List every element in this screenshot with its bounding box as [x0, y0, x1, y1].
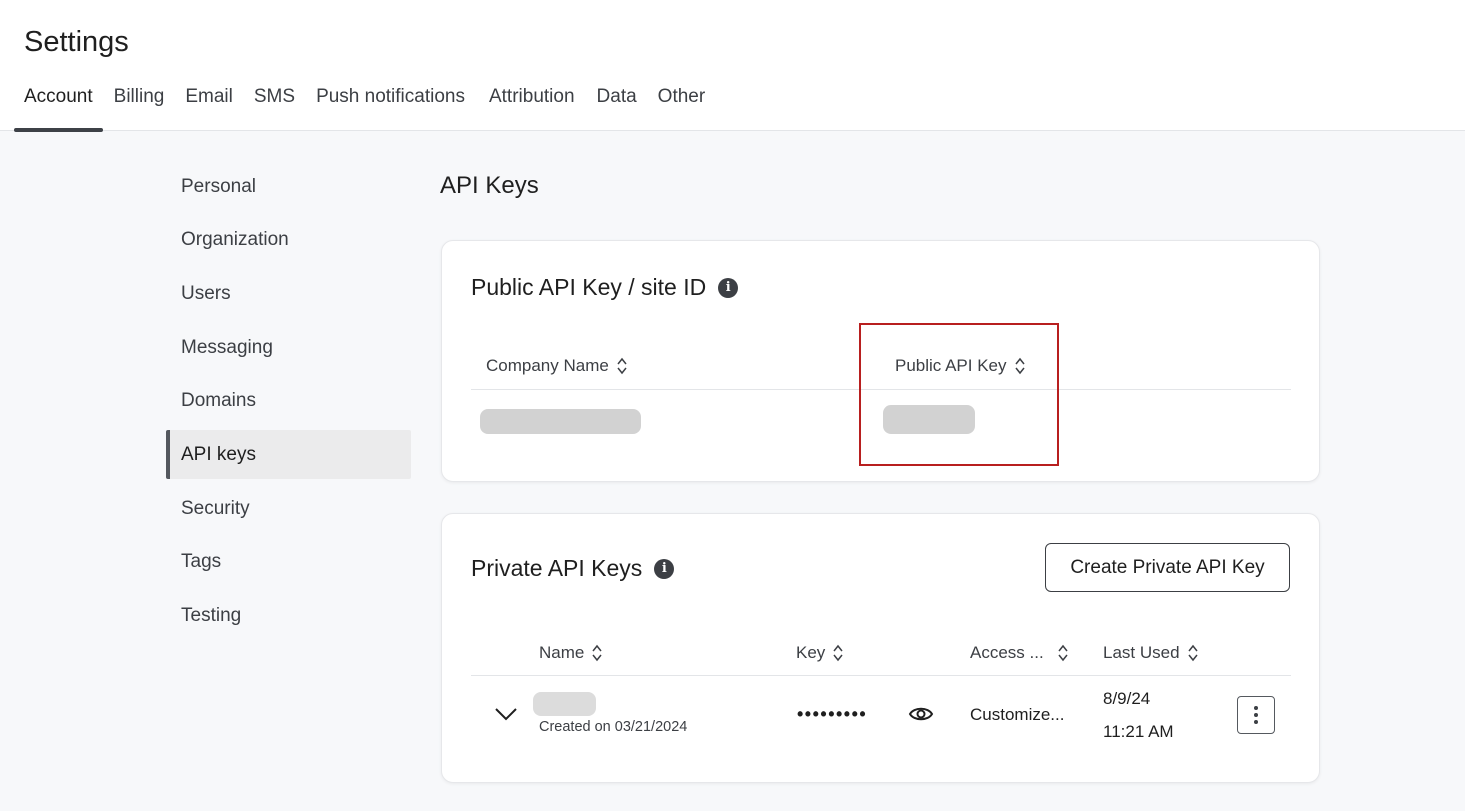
sidebar-item-api-keys[interactable]: API keys	[166, 430, 411, 480]
settings-tabs: Account Billing Email SMS Push notificat…	[14, 84, 716, 132]
row-divider	[471, 675, 1291, 676]
sidebar-item-testing[interactable]: Testing	[166, 592, 411, 641]
tab-billing[interactable]: Billing	[104, 84, 175, 131]
created-date: Created on 03/21/2024	[539, 719, 688, 735]
column-label: Access ...	[970, 643, 1044, 662]
tab-attribution[interactable]: Attribution	[479, 84, 585, 131]
tab-sms[interactable]: SMS	[244, 84, 305, 131]
redacted-key-name	[533, 692, 596, 716]
sort-icon	[592, 644, 602, 662]
tab-other[interactable]: Other	[648, 84, 716, 131]
sort-icon	[1058, 644, 1068, 662]
kebab-dot	[1254, 706, 1258, 710]
tab-email[interactable]: Email	[175, 84, 243, 131]
public-api-key-card: Public API Key / site ID i Company Name …	[441, 240, 1320, 482]
sort-icon	[1187, 644, 1198, 662]
account-sidebar: Personal Organization Users Messaging Do…	[166, 162, 411, 645]
tab-account[interactable]: Account	[14, 84, 103, 132]
column-label: Last Used	[1103, 643, 1180, 662]
sidebar-item-security[interactable]: Security	[166, 484, 411, 533]
column-label: Company Name	[486, 356, 609, 375]
sidebar-item-organization[interactable]: Organization	[166, 216, 411, 265]
sidebar-item-tags[interactable]: Tags	[166, 538, 411, 587]
last-used-date: 8/9/24	[1103, 689, 1151, 708]
column-label: Key	[796, 643, 826, 662]
access-value: Customize...	[970, 705, 1065, 724]
settings-header: Settings Account Billing Email SMS Push …	[0, 0, 1465, 132]
public-api-key-title: Public API Key / site ID	[471, 274, 707, 300]
column-header-name[interactable]: Name	[539, 643, 602, 663]
kebab-dot	[1254, 713, 1258, 717]
sidebar-item-domains[interactable]: Domains	[166, 377, 411, 426]
info-icon[interactable]: i	[718, 277, 739, 298]
info-icon[interactable]: i	[654, 558, 675, 579]
section-title: API Keys	[440, 172, 539, 199]
column-header-key[interactable]: Key	[796, 643, 843, 663]
tab-data[interactable]: Data	[587, 84, 647, 131]
sort-icon	[617, 357, 627, 375]
column-label: Name	[539, 643, 585, 662]
sort-icon	[833, 644, 843, 662]
redacted-company-name	[480, 409, 641, 434]
eye-icon[interactable]	[908, 704, 934, 724]
private-api-keys-title: Private API Keys	[471, 555, 643, 581]
sidebar-item-messaging[interactable]: Messaging	[166, 323, 411, 372]
private-api-keys-card: Private API Keys i Create Private API Ke…	[441, 513, 1320, 783]
chevron-down-icon[interactable]	[494, 706, 518, 722]
tab-push-notifications[interactable]: Push notifications	[306, 84, 475, 131]
last-used-time: 11:21 AM	[1103, 722, 1174, 741]
column-header-access[interactable]: Access ...	[970, 643, 1068, 663]
highlight-box	[859, 323, 1059, 466]
sidebar-item-users[interactable]: Users	[166, 269, 411, 318]
row-actions-menu-button[interactable]	[1237, 696, 1275, 734]
sidebar-item-personal[interactable]: Personal	[166, 162, 411, 211]
private-api-keys-title-row: Private API Keys i	[471, 555, 675, 582]
masked-key: •••••••••	[797, 704, 868, 724]
create-private-api-key-button[interactable]: Create Private API Key	[1045, 543, 1290, 592]
column-header-last-used[interactable]: Last Used	[1103, 643, 1198, 663]
column-header-company-name[interactable]: Company Name	[486, 356, 627, 376]
page-title: Settings	[24, 26, 129, 58]
public-api-key-title-row: Public API Key / site ID i	[471, 274, 739, 301]
kebab-dot	[1254, 720, 1258, 724]
